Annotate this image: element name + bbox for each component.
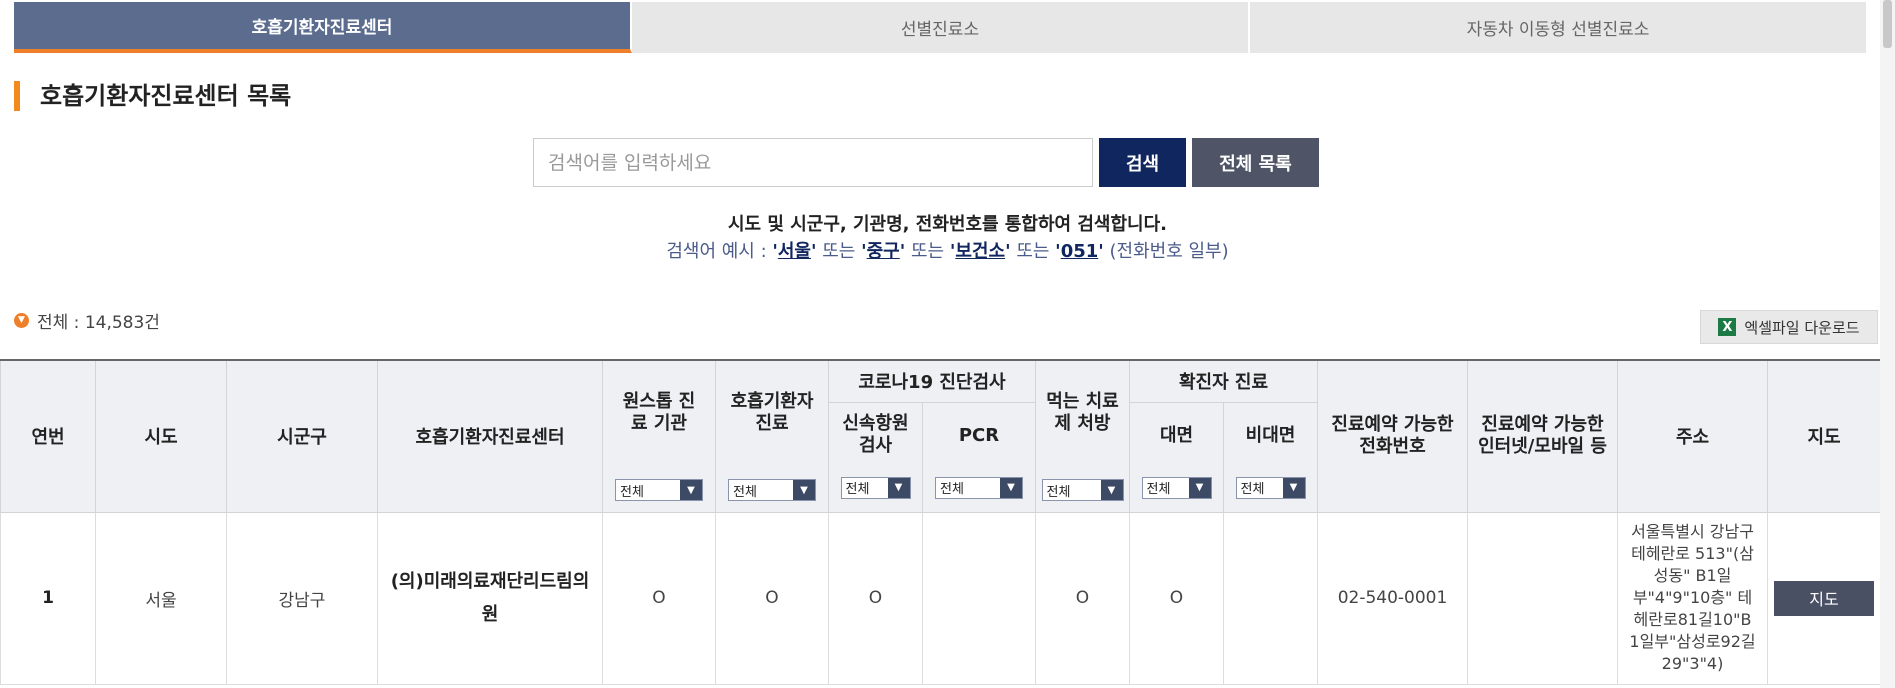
scrollbar[interactable] bbox=[1880, 0, 1895, 688]
chevron-down-icon: ▼ bbox=[887, 477, 910, 498]
filter-value: 전체 bbox=[1146, 482, 1171, 497]
col-header-resp: 호흡기환자 진료 전체 ▼ bbox=[715, 359, 829, 513]
example-link-seoul[interactable]: 서울 bbox=[778, 241, 811, 262]
col-header-internet: 진료예약 가능한 인터넷/모바일 등 bbox=[1467, 359, 1619, 513]
full-list-button[interactable]: 전체 목록 bbox=[1192, 138, 1319, 187]
filter-pcr[interactable]: 전체 ▼ bbox=[935, 476, 1023, 499]
example-link-051[interactable]: 051 bbox=[1061, 241, 1099, 262]
col-header-no: 연번 bbox=[0, 359, 96, 513]
tab-bar: 호흡기환자진료센터 선별진료소 자동차 이동형 선별진료소 bbox=[14, 2, 1866, 53]
col-header-address: 주소 bbox=[1617, 359, 1769, 513]
filter-rapid[interactable]: 전체 ▼ bbox=[840, 476, 911, 499]
col-header-center: 호흡기환자진료센터 bbox=[377, 359, 603, 513]
examples-suffix: (전화번호 일부) bbox=[1109, 241, 1229, 262]
oral-label: 먹는 치료제 처방 bbox=[1046, 391, 1119, 434]
chevron-down-icon: ▼ bbox=[1188, 477, 1211, 498]
examples-prefix: 검색어 예시 : bbox=[666, 241, 773, 262]
col-header-sigungu: 시군구 bbox=[226, 359, 378, 513]
col-header-onestop: 원스톱 진료 기관 전체 ▼ bbox=[602, 359, 716, 513]
filter-value: 전체 bbox=[620, 484, 644, 500]
onestop-label: 원스톱 진료 기관 bbox=[622, 391, 696, 434]
filter-value: 전체 bbox=[1240, 482, 1265, 497]
scrollbar-thumb[interactable] bbox=[1883, 0, 1892, 48]
tab-drive-thru-clinic[interactable]: 자동차 이동형 선별진료소 bbox=[1250, 2, 1866, 53]
filter-resp[interactable]: 전체 ▼ bbox=[728, 479, 816, 501]
tab-respiratory-center[interactable]: 호흡기환자진료센터 bbox=[14, 2, 632, 53]
cell-pcr bbox=[922, 511, 1036, 685]
pcr-label: PCR bbox=[958, 424, 1000, 446]
filter-onestop[interactable]: 전체 ▼ bbox=[615, 479, 703, 501]
cell-face: O bbox=[1129, 511, 1224, 685]
filter-face[interactable]: 전체 ▼ bbox=[1141, 476, 1212, 499]
example-link-health-center[interactable]: 보건소 bbox=[955, 241, 1005, 262]
cell-sido: 서울 bbox=[95, 511, 227, 685]
cell-onestop: O bbox=[602, 511, 716, 685]
cell-address: 서울특별시 강남구 테헤란로 513"(삼성동" B1일부"4"9"10층" 테… bbox=[1617, 511, 1769, 685]
col-header-pcr: PCR 전체 ▼ bbox=[922, 401, 1036, 513]
filter-value: 전체 bbox=[1046, 484, 1071, 500]
cell-map: 지도 bbox=[1767, 511, 1882, 685]
total-count-text: 전체 : 14,583건 bbox=[37, 313, 160, 333]
map-button[interactable]: 지도 bbox=[1774, 580, 1875, 616]
tab-screening-clinic[interactable]: 선별진료소 bbox=[632, 2, 1250, 53]
chevron-down-icon: ▼ bbox=[1000, 477, 1022, 498]
excel-icon: X bbox=[1718, 318, 1737, 336]
cell-internet bbox=[1467, 511, 1619, 685]
excel-download-button[interactable]: X 엑셀파일 다운로드 bbox=[1700, 310, 1878, 344]
example-link-junggu[interactable]: 중구 bbox=[867, 241, 900, 262]
search-guide-text: 시도 및 시군구, 기관명, 전화번호를 통합하여 검색합니다. bbox=[728, 214, 1167, 235]
or-text: 또는 bbox=[911, 241, 945, 262]
col-header-map: 지도 bbox=[1767, 359, 1882, 513]
col-header-sido: 시도 bbox=[95, 359, 227, 513]
filter-value: 전체 bbox=[845, 482, 870, 497]
or-text: 또는 bbox=[822, 241, 856, 262]
center-table: 연번 시도 시군구 호흡기환자진료센터 원스톱 진료 기관 전체 ▼ 호흡기환자… bbox=[0, 359, 1882, 685]
col-header-covid-test: 코로나19 진단검사 bbox=[828, 359, 1036, 403]
chevron-down-icon: ▼ bbox=[1100, 480, 1123, 500]
page-title: 호흡기환자진료센터 목록 bbox=[14, 81, 291, 111]
excel-download-label: 엑셀파일 다운로드 bbox=[1744, 318, 1860, 337]
face-label: 대면 bbox=[1159, 424, 1194, 446]
table-row: 1 서울 강남구 (의)미래의료재단리드림의원 O O O O O 02-540… bbox=[0, 511, 1882, 685]
resp-label: 호흡기환자 진료 bbox=[730, 391, 814, 434]
total-count: ▼ 전체 : 14,583건 bbox=[14, 308, 160, 333]
cell-no: 1 bbox=[0, 511, 96, 685]
filter-oral[interactable]: 전체 ▼ bbox=[1041, 479, 1124, 501]
chevron-down-icon: ▼ bbox=[793, 480, 815, 500]
bullet-icon: ▼ bbox=[14, 313, 29, 328]
filter-nonface[interactable]: 전체 ▼ bbox=[1235, 476, 1306, 499]
search-bar: 검색 전체 목록 bbox=[533, 138, 1319, 187]
search-input[interactable] bbox=[533, 138, 1093, 187]
cell-nonface bbox=[1222, 511, 1319, 685]
filter-value: 전체 bbox=[733, 484, 757, 500]
cell-rapid: O bbox=[828, 511, 923, 685]
col-header-confirmed: 확진자 진료 bbox=[1128, 359, 1319, 403]
cell-center-name: (의)미래의료재단리드림의원 bbox=[377, 511, 603, 685]
nonface-label: 비대면 bbox=[1245, 424, 1296, 446]
search-examples: 검색어 예시 : '서울' 또는 '중구' 또는 '보건소' 또는 '051' … bbox=[666, 241, 1229, 262]
col-header-rapid: 신속항원 검사 전체 ▼ bbox=[828, 401, 923, 513]
chevron-down-icon: ▼ bbox=[680, 480, 702, 500]
cell-oral: O bbox=[1035, 511, 1130, 685]
cell-phone: 02-540-0001 bbox=[1317, 511, 1469, 685]
col-header-oral: 먹는 치료제 처방 전체 ▼ bbox=[1035, 359, 1130, 513]
or-text: 또는 bbox=[1016, 241, 1050, 262]
search-button[interactable]: 검색 bbox=[1099, 138, 1186, 187]
rapid-label: 신속항원 검사 bbox=[842, 412, 909, 456]
col-header-phone: 진료예약 가능한 전화번호 bbox=[1317, 359, 1469, 513]
col-header-face: 대면 전체 ▼ bbox=[1129, 401, 1224, 513]
filter-value: 전체 bbox=[940, 482, 964, 497]
col-header-nonface: 비대면 전체 ▼ bbox=[1222, 401, 1319, 513]
cell-sigungu: 강남구 bbox=[226, 511, 378, 685]
chevron-down-icon: ▼ bbox=[1282, 477, 1305, 498]
cell-resp: O bbox=[715, 511, 829, 685]
